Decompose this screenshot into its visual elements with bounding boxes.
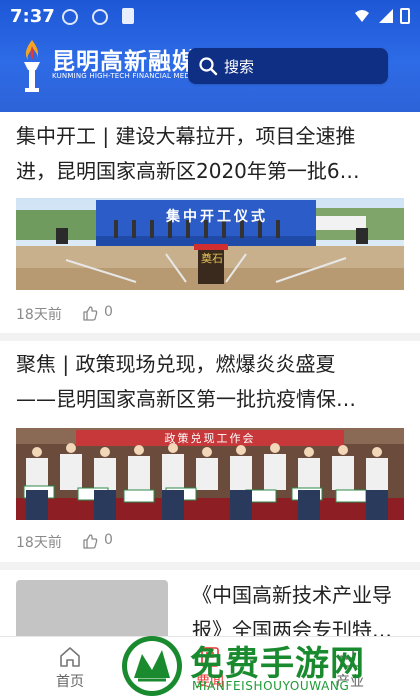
brand-subtitle: KUNMING HIGH-TECH FINANCIAL MEDIA	[52, 72, 198, 80]
article-title-line: 《中国高新技术产业导	[192, 583, 392, 607]
nav-label: 首页	[56, 674, 84, 690]
shield-icon	[92, 9, 108, 25]
article-image[interactable]: 集中开工仪式 奠石	[16, 198, 404, 290]
article-title-line: 集中开工 | 建设大幕拉开，项目全速推	[16, 124, 356, 148]
thumbs-up-icon[interactable]	[82, 533, 98, 549]
article-title-line: 进，昆明国家高新区2020年第一批6…	[16, 159, 360, 183]
home-icon	[60, 647, 80, 667]
nav-item-home[interactable]: 首页	[30, 641, 110, 691]
search-icon	[199, 57, 218, 76]
wifi-icon	[355, 10, 369, 22]
article-title[interactable]: 集中开工 | 建设大幕拉开，项目全速推 进，昆明国家高新区2020年第一批6…	[16, 119, 404, 189]
sim-icon	[122, 8, 134, 24]
section-divider	[0, 333, 420, 341]
image-banner-text: 政策兑现工作会	[164, 432, 256, 445]
torch-icon	[24, 40, 40, 92]
article-title[interactable]: 聚焦 | 政策现场兑现，燃爆炎炎盛夏 ——昆明国家高新区第一批抗疫情保…	[16, 347, 404, 417]
search-bar[interactable]: 搜索	[188, 48, 388, 84]
watermark-logo	[122, 636, 182, 696]
watermark-text: 免费手游网	[190, 644, 365, 684]
article-time: 18天前	[16, 535, 62, 551]
article-title-line: 聚焦 | 政策现场兑现，燃爆炎炎盛夏	[16, 352, 336, 376]
watermark-subtext: MIANFEISHOUYOUWANG	[192, 679, 350, 693]
notification-icon	[62, 9, 78, 25]
signal-icon	[379, 9, 393, 23]
image-banner-text: 集中开工仪式	[166, 209, 268, 225]
section-divider	[0, 562, 420, 570]
article-time: 18天前	[16, 307, 62, 323]
article-image[interactable]: 政策兑现工作会	[16, 428, 404, 520]
brand-name: 昆明高新融媒	[52, 49, 196, 75]
status-time: 7:37	[10, 6, 55, 27]
article-title-line: ——昆明国家高新区第一批抗疫情保…	[16, 387, 356, 411]
app-header: 7:37 昆明高新融媒 KUNMING HIGH-TECH FINANCIAL …	[0, 0, 420, 112]
status-bar: 7:37	[0, 0, 420, 32]
like-count: 0	[104, 532, 113, 548]
search-placeholder: 搜索	[224, 58, 255, 76]
brand-logo: 昆明高新融媒 KUNMING HIGH-TECH FINANCIAL MEDIA	[16, 38, 197, 98]
battery-icon	[400, 8, 410, 24]
image-stone-text: 奠石	[201, 252, 223, 265]
like-count: 0	[104, 304, 113, 320]
article-thumbnail[interactable]	[16, 580, 168, 636]
watermark: 免费手游网 MIANFEISHOUYOUWANG	[120, 632, 420, 700]
thumbs-up-icon[interactable]	[82, 305, 98, 321]
